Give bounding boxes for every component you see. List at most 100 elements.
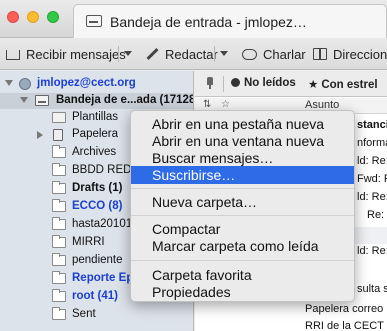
get-messages-dropdown-icon[interactable] (124, 51, 132, 56)
message-subject: ld: Re: [S (357, 245, 387, 257)
unread-filter-button[interactable]: No leídos (231, 77, 296, 89)
folder-icon (52, 217, 66, 230)
folder-icon (52, 199, 66, 212)
menu-search-messages[interactable]: Buscar mensajes… (131, 149, 354, 167)
menu-item-label: Buscar mensajes… (152, 150, 274, 166)
star-column-icon[interactable]: ☆ (221, 99, 230, 110)
menu-item-label: Propiedades (152, 284, 231, 300)
folder-label: Sent (72, 308, 96, 320)
tab-inbox[interactable]: Bandeja de entrada - jmlopez… (73, 4, 387, 38)
folder-label: Papelera (72, 128, 119, 140)
menu-favorite-folder[interactable]: Carpeta favorita (131, 266, 354, 284)
menu-item-label: Suscribirse… (152, 167, 236, 183)
toolbar-divider (118, 46, 119, 62)
address-book-button[interactable]: Direccione (313, 45, 387, 63)
folder-label: Plantillas (72, 111, 119, 123)
account-label: jmlopez@cect.org (37, 77, 136, 89)
folder-account[interactable]: jmlopez@cect.org (0, 76, 193, 92)
message-subject: ld: Re: I (357, 191, 387, 203)
inbox-label: Bandeja de e...ada (17128) (56, 94, 194, 106)
address-book-icon (313, 48, 327, 60)
menu-separator (131, 188, 354, 189)
folder-label: Drafts (1) (72, 182, 123, 194)
folder-label: ECCO (8) (72, 200, 123, 212)
expand-arrow-icon[interactable] (37, 131, 43, 139)
quick-filter-bar: No leídos ★ Con estrel (195, 71, 387, 97)
folder-icon (52, 289, 66, 302)
compose-label: Redactar (165, 46, 218, 62)
zoom-window-button[interactable] (47, 11, 59, 23)
message-subject: RRI de la CECT (305, 320, 384, 331)
chat-label: Charlar (263, 46, 306, 62)
message-subject: Papelera correo (305, 303, 384, 315)
trash-icon (53, 129, 63, 141)
menu-open-new-tab[interactable]: Abrir en una pestaña nueva (131, 115, 354, 133)
get-messages-button[interactable]: Recibir mensajes (6, 45, 126, 63)
menu-separator (131, 215, 354, 216)
folder-label: hasta201012 (72, 218, 139, 230)
menu-compact[interactable]: Compactar (131, 220, 354, 238)
starred-filter-label: Con estrel (321, 79, 378, 91)
pencil-icon (146, 48, 159, 61)
folder-icon (52, 307, 66, 320)
compose-button[interactable]: Redactar (146, 45, 218, 63)
filter-divider (223, 76, 224, 92)
folder-icon (52, 271, 66, 284)
menu-item-label: Carpeta favorita (152, 267, 252, 283)
message-row[interactable]: RRI de la CECT (195, 320, 387, 331)
folder-item[interactable]: Sent (0, 307, 193, 323)
menu-separator (131, 260, 354, 261)
folder-icon (52, 163, 66, 176)
collapse-arrow-icon[interactable] (20, 97, 28, 103)
menu-mark-folder-read[interactable]: Marcar carpeta como leída (131, 237, 354, 255)
get-messages-label: Recibir mensajes (26, 46, 126, 62)
menu-item-label: Marcar carpeta como leída (152, 238, 319, 254)
folder-inbox[interactable]: Bandeja de e...ada (17128) (0, 93, 194, 109)
address-book-label: Direccione (333, 46, 387, 62)
message-subject: Re: I (367, 209, 387, 221)
menu-item-label: Compactar (152, 221, 221, 237)
folder-label: Archives (72, 146, 117, 158)
chat-button[interactable]: Charlar (242, 45, 306, 63)
menu-subscribe[interactable]: Suscribirse… (131, 166, 354, 184)
templates-icon (52, 112, 66, 123)
menu-item-label: Nueva carpeta… (152, 194, 258, 210)
message-subject: stancia (357, 119, 387, 131)
unread-dot-icon (231, 78, 240, 87)
star-icon: ★ (308, 79, 319, 91)
folder-label: pendiente (72, 254, 123, 266)
account-icon (19, 78, 31, 90)
message-subject: ld: Re: (357, 155, 387, 167)
collapse-arrow-icon[interactable] (5, 80, 13, 86)
starred-filter-button[interactable]: ★ Con estrel (308, 77, 378, 91)
main-toolbar: Recibir mensajes Redactar Charlar Direcc… (0, 38, 387, 70)
folder-icon (52, 181, 66, 194)
menu-new-folder[interactable]: Nueva carpeta… (131, 193, 354, 211)
folder-icon (52, 253, 66, 266)
message-subject: Fwd: Re: (357, 173, 387, 185)
menu-item-label: Abrir en una ventana nueva (152, 133, 325, 149)
title-bar: Bandeja de entrada - jmlopez… (0, 0, 387, 38)
toolbar-divider (214, 46, 215, 62)
message-subject: sulta s (357, 283, 387, 295)
menu-open-new-window[interactable]: Abrir en una ventana nueva (131, 132, 354, 150)
compose-dropdown-icon[interactable] (220, 51, 228, 56)
folder-label: Reporte Ep (72, 272, 134, 284)
message-subject: nforma (357, 137, 387, 149)
minimize-window-button[interactable] (27, 11, 39, 23)
menu-item-label: Abrir en una pestaña nueva (152, 116, 325, 132)
pin-icon[interactable] (204, 77, 216, 89)
chat-icon (242, 48, 257, 60)
download-icon (6, 50, 20, 60)
close-window-button[interactable] (7, 11, 19, 23)
folder-context-menu: Abrir en una pestaña nueva Abrir en una … (130, 110, 355, 302)
inbox-icon (86, 15, 102, 27)
menu-properties[interactable]: Propiedades (131, 283, 354, 301)
tab-title: Bandeja de entrada - jmlopez… (110, 14, 307, 30)
folder-label: MIRRI (72, 236, 105, 248)
unread-filter-label: No leídos (244, 77, 296, 89)
thread-column-icon[interactable]: ⇅ (203, 99, 211, 110)
inbox-icon (35, 95, 49, 106)
folder-label: root (41) (72, 290, 118, 302)
message-row[interactable]: Papelera correo (195, 303, 387, 320)
